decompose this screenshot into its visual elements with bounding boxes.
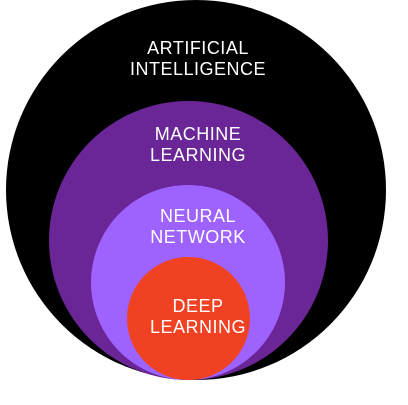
dl-label: DEEP LEARNING bbox=[0, 296, 402, 338]
ai-label: ARTIFICIAL INTELLIGENCE bbox=[0, 38, 402, 80]
nn-label: NEURAL NETWORK bbox=[0, 206, 402, 248]
ml-label-line1: MACHINE bbox=[154, 124, 242, 144]
dl-label-line1: DEEP bbox=[172, 296, 224, 316]
dl-label-line2: LEARNING bbox=[149, 317, 247, 337]
nn-label-line2: NETWORK bbox=[150, 227, 246, 247]
ml-label-line2: LEARNING bbox=[149, 145, 247, 165]
ai-label-line1: ARTIFICIAL bbox=[147, 38, 249, 58]
nn-label-line1: NEURAL bbox=[159, 206, 237, 226]
ml-label: MACHINE LEARNING bbox=[0, 124, 402, 166]
ai-label-line2: INTELLIGENCE bbox=[129, 59, 267, 79]
